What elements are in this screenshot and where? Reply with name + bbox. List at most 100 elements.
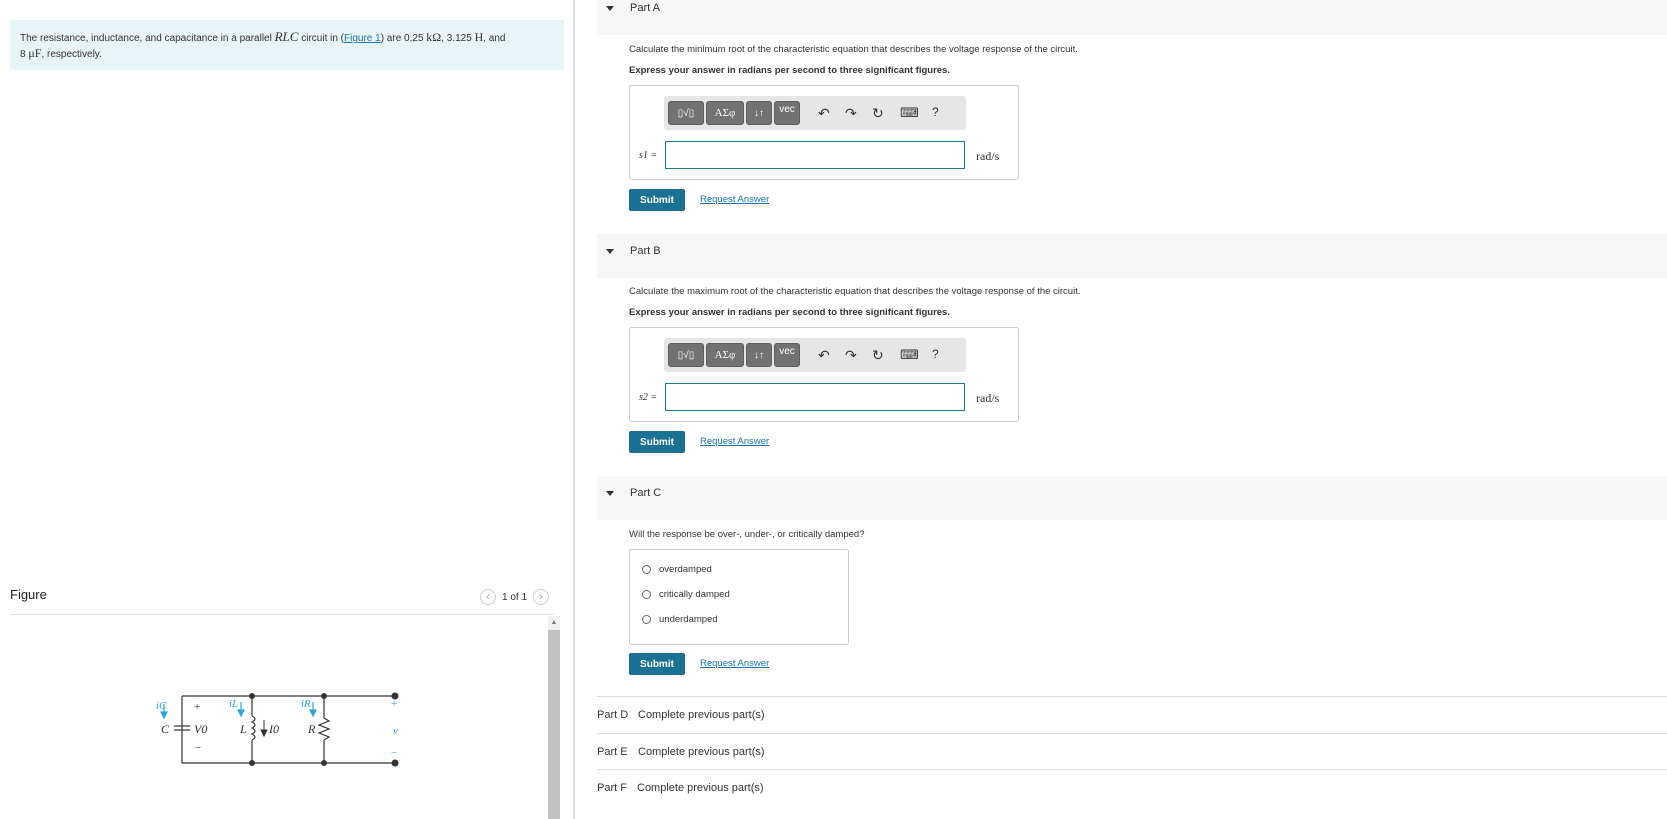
option-overdamped[interactable]: overdamped xyxy=(642,564,712,575)
part-f-row: Part F Complete previous part(s) xyxy=(597,769,1667,805)
part-a-header[interactable]: Part A xyxy=(597,0,1667,35)
prev-figure-button[interactable]: ‹ xyxy=(480,589,496,605)
redo-icon[interactable]: ↷ xyxy=(845,347,857,364)
reset-icon[interactable]: ↻ xyxy=(872,105,884,122)
v0-minus-sign: − xyxy=(195,742,201,754)
part-a-submit-button[interactable]: Submit xyxy=(629,189,685,211)
problem-text: , 3.125 xyxy=(441,33,475,44)
v0-plus-sign: + xyxy=(194,701,200,713)
scroll-up-arrow[interactable]: ▲ xyxy=(548,618,560,628)
part-c-label: Part C xyxy=(630,487,662,499)
s2-answer-input[interactable] xyxy=(665,383,965,411)
math-toolbar: ▯√▯ ΑΣφ ↓↑ vec ↶ ↷ ↻ ⌨ ? xyxy=(664,96,966,130)
help-icon[interactable]: ? xyxy=(932,347,939,361)
part-b-label: Part B xyxy=(630,245,661,257)
caret-down-icon xyxy=(606,6,614,11)
part-f-label: Part F xyxy=(597,782,627,794)
next-figure-button[interactable]: › xyxy=(533,589,550,605)
figure-link[interactable]: Figure 1 xyxy=(344,33,381,44)
part-b-request-answer-link[interactable]: Request Answer xyxy=(700,436,769,447)
math-toolbar: ▯√▯ ΑΣφ ↓↑ vec ↶ ↷ ↻ ⌨ ? xyxy=(664,338,966,372)
s1-label: s1 = xyxy=(639,150,658,161)
s1-answer-input[interactable] xyxy=(665,141,965,169)
option-label: underdamped xyxy=(659,614,718,625)
v-label: v xyxy=(393,725,398,737)
rlc-symbol: RLC xyxy=(274,29,299,44)
s2-label: s2 = xyxy=(639,392,658,403)
problem-text: , respectively. xyxy=(41,49,102,60)
s1-unit: rad/s xyxy=(976,149,1000,163)
part-b-submit-button[interactable]: Submit xyxy=(629,431,685,453)
v0-label: V0 xyxy=(194,722,207,736)
redo-icon[interactable]: ↷ xyxy=(845,105,857,122)
left-panel: The resistance, inductance, and capacita… xyxy=(0,0,573,819)
problem-statement: The resistance, inductance, and capacita… xyxy=(10,20,564,70)
rlc-circuit-diagram: iC iL iR v + − C V0 L I0 R + − xyxy=(156,692,399,767)
reset-icon[interactable]: ↻ xyxy=(872,347,884,364)
part-c-submit-button[interactable]: Submit xyxy=(629,653,685,675)
part-b-answer-box: ▯√▯ ΑΣφ ↓↑ vec ↶ ↷ ↻ ⌨ ? s2 = rad/s xyxy=(629,327,1019,422)
part-e-row: Part E Complete previous part(s) xyxy=(597,733,1667,769)
figure-scrollbar[interactable]: ▲ xyxy=(548,616,560,819)
part-c-request-answer-link[interactable]: Request Answer xyxy=(700,658,769,669)
v-minus-sign: − xyxy=(391,747,397,759)
part-a-instruction: Express your answer in radians per secon… xyxy=(629,65,950,76)
arrows-button[interactable]: ↓↑ xyxy=(746,101,772,125)
greek-button[interactable]: ΑΣφ xyxy=(706,343,744,367)
keyboard-icon[interactable]: ⌨ xyxy=(900,347,919,363)
figure-page-count: 1 of 1 xyxy=(502,591,528,603)
problem-text: The resistance, inductance, and capacita… xyxy=(20,33,275,44)
l-label: L xyxy=(239,722,247,736)
part-c-header[interactable]: Part C xyxy=(597,476,1667,520)
microfarad-unit: μF xyxy=(28,46,42,60)
greek-button[interactable]: ΑΣφ xyxy=(706,101,744,125)
radio-button[interactable] xyxy=(642,565,651,574)
henry-unit: H xyxy=(474,30,484,44)
problem-text: ) are 0.25 xyxy=(380,33,427,44)
part-e-status: Complete previous part(s) xyxy=(638,746,765,758)
problem-text: , and xyxy=(483,33,506,44)
option-underdamped[interactable]: underdamped xyxy=(642,614,718,625)
option-label: critically damped xyxy=(659,589,730,600)
arrows-button[interactable]: ↓↑ xyxy=(746,343,772,367)
part-d-label: Part D xyxy=(597,709,629,721)
caret-down-icon xyxy=(606,491,614,496)
radio-button[interactable] xyxy=(642,590,651,599)
part-f-status: Complete previous part(s) xyxy=(637,782,764,794)
undo-icon[interactable]: ↶ xyxy=(818,347,830,364)
i0-label: I0 xyxy=(268,722,279,736)
part-a-question: Calculate the minimum root of the charac… xyxy=(629,44,1078,55)
part-c-question: Will the response be over-, under-, or c… xyxy=(629,529,865,540)
radio-button[interactable] xyxy=(642,615,651,624)
v-plus-sign: + xyxy=(391,698,397,710)
caret-down-icon xyxy=(606,249,614,254)
undo-icon[interactable]: ↶ xyxy=(818,105,830,122)
s2-unit: rad/s xyxy=(976,391,1000,405)
right-panel: Part A Calculate the minimum root of the… xyxy=(575,0,1667,819)
part-d-status: Complete previous part(s) xyxy=(638,709,765,721)
part-a-request-answer-link[interactable]: Request Answer xyxy=(700,194,769,205)
vector-button[interactable]: vec xyxy=(774,101,800,125)
figure-divider xyxy=(10,614,554,615)
part-b-instruction: Express your answer in radians per secon… xyxy=(629,307,950,318)
ic-label: iC xyxy=(156,700,167,712)
figure-pager: ‹ 1 of 1 › xyxy=(480,589,550,605)
help-icon[interactable]: ? xyxy=(932,105,939,119)
templates-button[interactable]: ▯√▯ xyxy=(668,343,704,367)
vector-button[interactable]: vec xyxy=(774,343,800,367)
c-label: C xyxy=(161,722,170,736)
templates-button[interactable]: ▯√▯ xyxy=(668,101,704,125)
part-b-header[interactable]: Part B xyxy=(597,234,1667,278)
part-a-label: Part A xyxy=(630,2,660,14)
part-b-question: Calculate the maximum root of the charac… xyxy=(629,286,1081,297)
damping-options: overdamped critically damped underdamped xyxy=(629,549,849,645)
part-d-row: Part D Complete previous part(s) xyxy=(597,696,1667,732)
option-critically-damped[interactable]: critically damped xyxy=(642,589,730,600)
ir-label: iR xyxy=(301,698,311,710)
scroll-thumb[interactable] xyxy=(548,630,560,819)
il-label: iL xyxy=(229,698,238,710)
chevron-right-icon: › xyxy=(539,591,543,603)
kohm-unit: kΩ xyxy=(426,30,442,44)
r-label: R xyxy=(307,722,316,736)
keyboard-icon[interactable]: ⌨ xyxy=(900,105,919,121)
